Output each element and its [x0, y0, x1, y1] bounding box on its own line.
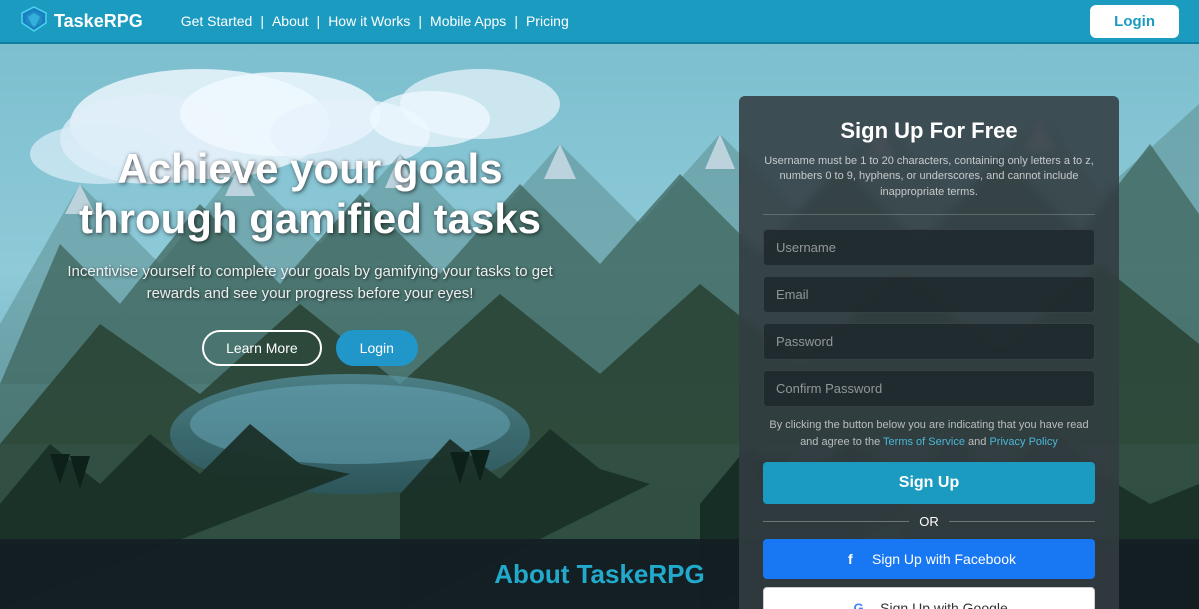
heading-line1: Achieve your goals	[117, 145, 502, 192]
nav-pricing[interactable]: Pricing	[518, 13, 577, 29]
hero-login-button[interactable]: Login	[336, 330, 418, 366]
confirm-password-input[interactable]	[763, 370, 1095, 407]
email-input[interactable]	[763, 276, 1095, 313]
nav-about[interactable]: About	[264, 13, 317, 29]
svg-text:f: f	[848, 551, 853, 567]
logo[interactable]: TaskeRPG	[20, 5, 143, 38]
hero-subtext: Incentivise yourself to complete your go…	[40, 261, 580, 306]
hero-heading: Achieve your goals through gamified task…	[40, 144, 580, 245]
signup-subtitle: Username must be 1 to 20 characters, con…	[763, 154, 1095, 200]
about-title: About TaskeRPG	[494, 559, 704, 590]
or-line-right	[949, 521, 1095, 522]
facebook-btn-label: Sign Up with Facebook	[872, 551, 1016, 567]
background: Achieve your goals through gamified task…	[0, 44, 1199, 609]
signup-panel: Sign Up For Free Username must be 1 to 2…	[739, 96, 1119, 609]
privacy-link[interactable]: Privacy Policy	[989, 436, 1057, 448]
navbar-links: Get Started | About | How it Works | Mob…	[173, 13, 1090, 29]
nav-get-started[interactable]: Get Started	[173, 13, 261, 29]
terms-text: By clicking the button below you are ind…	[763, 417, 1095, 450]
svg-text:G: G	[854, 601, 864, 609]
or-text: OR	[919, 514, 939, 529]
facebook-icon: f	[842, 549, 862, 569]
shield-icon	[20, 5, 48, 38]
form-divider	[763, 214, 1095, 215]
navbar: TaskeRPG Get Started | About | How it Wo…	[0, 0, 1199, 44]
or-line-left	[763, 521, 909, 522]
facebook-signup-button[interactable]: f Sign Up with Facebook	[763, 539, 1095, 579]
or-divider: OR	[763, 514, 1095, 529]
google-btn-label: Sign Up with Google	[880, 600, 1008, 609]
learn-more-button[interactable]: Learn More	[202, 330, 322, 366]
navbar-login-button[interactable]: Login	[1090, 5, 1179, 38]
password-input[interactable]	[763, 323, 1095, 360]
cta-buttons: Learn More Login	[40, 330, 580, 366]
nav-how-it-works[interactable]: How it Works	[320, 13, 418, 29]
nav-mobile-apps[interactable]: Mobile Apps	[422, 13, 514, 29]
terms-link[interactable]: Terms of Service	[883, 436, 965, 448]
username-input[interactable]	[763, 229, 1095, 266]
heading-line2: through gamified tasks	[79, 195, 541, 242]
logo-text: TaskeRPG	[54, 11, 143, 32]
google-icon: G	[850, 598, 870, 609]
hero-content: Achieve your goals through gamified task…	[40, 144, 580, 366]
signup-title: Sign Up For Free	[763, 118, 1095, 144]
google-signup-button[interactable]: G Sign Up with Google	[763, 587, 1095, 609]
signup-button[interactable]: Sign Up	[763, 462, 1095, 504]
